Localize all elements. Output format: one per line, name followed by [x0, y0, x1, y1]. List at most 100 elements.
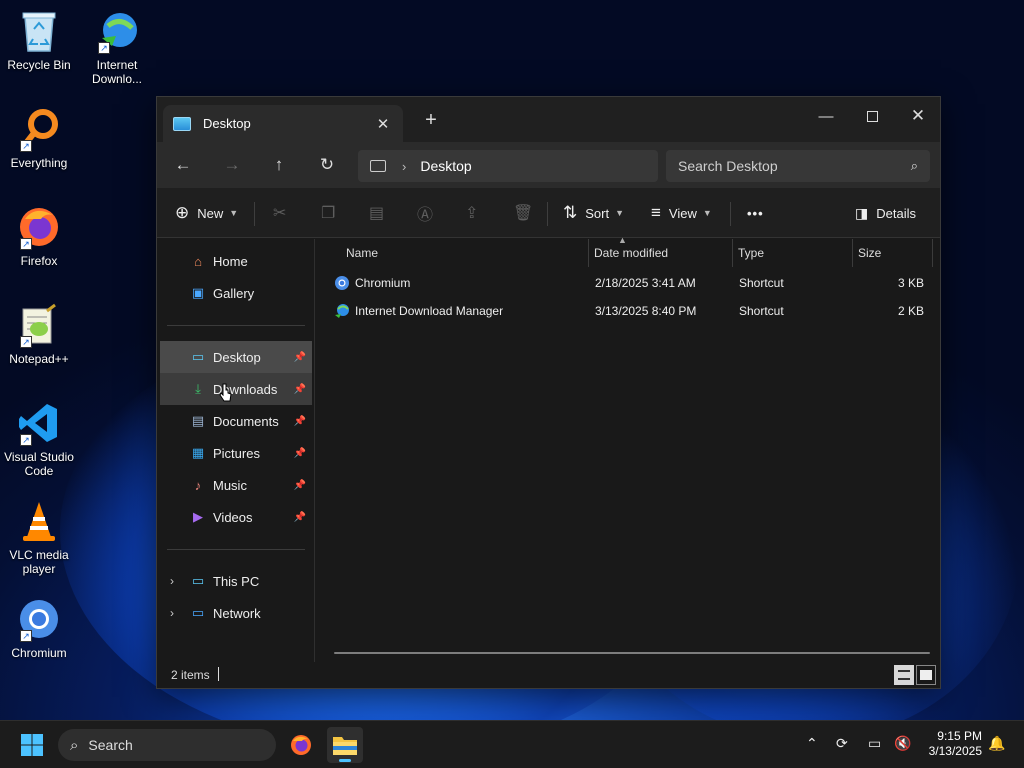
- minimize-button[interactable]: —: [803, 101, 849, 131]
- chevron-right-icon[interactable]: ›: [170, 574, 174, 588]
- copy-button[interactable]: ❐: [321, 198, 335, 228]
- desktop-icon-internet-download-manager[interactable]: ↗ Internet Downlo...: [78, 8, 156, 86]
- chevron-right-icon[interactable]: ›: [170, 606, 174, 620]
- divider: [167, 325, 305, 326]
- divider: [730, 202, 731, 226]
- desktop-icon-vscode[interactable]: ↗ Visual Studio Code: [0, 400, 78, 478]
- vscode-icon: ↗: [16, 400, 62, 446]
- command-bar: ⊕ New ▼ ✂ ❐ ▤ Ⓐ ⇪ 🗑 ⇅ Sort ▼ ≡ View ▼ ••…: [157, 188, 940, 238]
- desktop-icon-recycle-bin[interactable]: Recycle Bin: [0, 8, 78, 72]
- column-header-type[interactable]: Type: [732, 239, 852, 267]
- title-bar: Desktop ✕ + — ✕: [157, 97, 940, 142]
- column-divider[interactable]: [932, 239, 933, 267]
- cut-button[interactable]: ✂: [273, 198, 286, 228]
- details-view-icon: [898, 670, 910, 680]
- column-header-date[interactable]: Date modified: [588, 239, 733, 267]
- address-bar[interactable]: › Desktop: [358, 150, 658, 182]
- file-explorer-window: Desktop ✕ + — ✕ ← → ↑ ↻ › Desktop Search…: [156, 96, 941, 689]
- large-icons-view-button[interactable]: [916, 665, 936, 685]
- sidebar-item-this-pc[interactable]: › ▭ This PC: [160, 565, 312, 597]
- taskbar-file-explorer[interactable]: [327, 727, 363, 763]
- navigation-pane: ⌂ Home ▣ Gallery ▭ Desktop 📌 ⤓ Downloads…: [157, 239, 315, 662]
- desktop-icon-everything[interactable]: ↗ Everything: [0, 106, 78, 170]
- pin-icon[interactable]: 📌: [294, 352, 306, 363]
- file-date: 3/13/2025 8:40 PM: [595, 304, 697, 318]
- start-button[interactable]: [14, 727, 50, 763]
- back-button[interactable]: ←: [168, 150, 198, 180]
- search-box[interactable]: Search Desktop ⌕: [666, 150, 930, 182]
- sidebar-item-videos[interactable]: ▶ Videos 📌: [160, 501, 312, 533]
- sort-button[interactable]: ⇅ Sort ▼: [563, 198, 624, 228]
- notification-bell-icon[interactable]: 🔔: [988, 735, 1005, 752]
- firefox-icon: ↗: [16, 204, 62, 250]
- pin-icon[interactable]: 📌: [294, 448, 306, 459]
- sidebar-item-pictures[interactable]: ▦ Pictures 📌: [160, 437, 312, 469]
- show-hidden-icons-button[interactable]: ⌃: [806, 735, 818, 752]
- sidebar-item-downloads[interactable]: ⤓ Downloads 📌: [160, 373, 312, 405]
- horizontal-scrollbar[interactable]: [334, 652, 930, 654]
- explorer-body: ⌂ Home ▣ Gallery ▭ Desktop 📌 ⤓ Downloads…: [157, 235, 940, 662]
- view-button[interactable]: ≡ View ▼: [651, 198, 712, 228]
- forward-button[interactable]: →: [217, 150, 247, 180]
- windows-logo-icon: [21, 734, 43, 756]
- shortcut-arrow-icon: ↗: [20, 434, 32, 446]
- tab-desktop[interactable]: Desktop ✕: [163, 105, 403, 142]
- sidebar-item-label: Gallery: [213, 285, 255, 301]
- new-button[interactable]: ⊕ New ▼: [175, 198, 238, 228]
- rename-button[interactable]: Ⓐ: [417, 198, 433, 228]
- volume-muted-icon[interactable]: 🔇: [894, 735, 911, 752]
- shortcut-arrow-icon: ↗: [98, 42, 110, 54]
- close-tab-icon[interactable]: ✕: [373, 115, 393, 133]
- pin-icon[interactable]: 📌: [294, 480, 306, 491]
- details-view-button[interactable]: [894, 665, 914, 685]
- sidebar-item-music[interactable]: ♪ Music 📌: [160, 469, 312, 501]
- more-options-button[interactable]: •••: [747, 198, 764, 228]
- file-row[interactable]: Chromium 2/18/2025 3:41 AM Shortcut 3 KB: [316, 269, 940, 297]
- column-header-size[interactable]: Size: [852, 239, 932, 267]
- delete-button[interactable]: 🗑: [513, 198, 533, 228]
- pin-icon[interactable]: 📌: [294, 512, 306, 523]
- sidebar-item-label: Music: [213, 477, 247, 493]
- chromium-icon: ↗: [16, 596, 62, 642]
- file-row[interactable]: Internet Download Manager 3/13/2025 8:40…: [316, 297, 940, 325]
- breadcrumb-desktop[interactable]: Desktop: [420, 158, 471, 174]
- taskbar-search[interactable]: ⌕ Search: [58, 729, 276, 761]
- share-button[interactable]: ⇪: [465, 198, 478, 228]
- shortcut-arrow-icon: ↗: [20, 140, 32, 152]
- paste-button[interactable]: ▤: [369, 198, 384, 228]
- pin-icon[interactable]: 📌: [294, 416, 306, 427]
- pin-icon[interactable]: 📌: [294, 384, 306, 395]
- status-bar: 2 items: [157, 662, 940, 688]
- details-pane-icon: ◨: [855, 204, 869, 221]
- divider: [254, 202, 255, 226]
- navigation-bar: ← → ↑ ↻ › Desktop Search Desktop ⌕: [157, 142, 940, 188]
- maximize-button[interactable]: [849, 101, 895, 131]
- desktop-icon-firefox[interactable]: ↗ Firefox: [0, 204, 78, 268]
- system-clock[interactable]: 9:15 PM 3/13/2025: [929, 729, 982, 759]
- gallery-icon: ▣: [191, 285, 205, 300]
- desktop-icon-chromium[interactable]: ↗ Chromium: [0, 596, 78, 660]
- taskbar-search-label: Search: [88, 737, 133, 753]
- trash-icon: 🗑: [513, 205, 534, 222]
- sync-icon[interactable]: ⟳: [836, 735, 848, 752]
- sidebar-item-desktop[interactable]: ▭ Desktop 📌: [160, 341, 312, 373]
- item-count: 2 items: [171, 668, 210, 682]
- details-pane-button[interactable]: ◨ Details: [855, 198, 916, 228]
- sidebar-item-network[interactable]: › ▭ Network: [160, 597, 312, 629]
- divider: [547, 202, 548, 226]
- up-button[interactable]: ↑: [264, 150, 294, 180]
- column-header-name[interactable]: Name: [340, 239, 588, 267]
- taskbar-firefox[interactable]: [283, 727, 319, 763]
- desktop-icon-vlc[interactable]: VLC media player: [0, 498, 78, 576]
- search-input[interactable]: Search Desktop: [678, 158, 911, 174]
- new-tab-button[interactable]: +: [419, 109, 443, 132]
- chevron-right-icon[interactable]: ›: [402, 159, 406, 174]
- refresh-button[interactable]: ↻: [312, 150, 342, 180]
- sidebar-item-documents[interactable]: ▤ Documents 📌: [160, 405, 312, 437]
- desktop-icon-notepadpp[interactable]: ↗ Notepad++: [0, 302, 78, 366]
- network-monitor-icon[interactable]: ▭: [868, 735, 881, 752]
- close-window-button[interactable]: ✕: [895, 101, 941, 131]
- sidebar-item-home[interactable]: ⌂ Home: [160, 245, 312, 277]
- monitor-icon: [370, 160, 386, 172]
- sidebar-item-gallery[interactable]: ▣ Gallery: [160, 277, 312, 309]
